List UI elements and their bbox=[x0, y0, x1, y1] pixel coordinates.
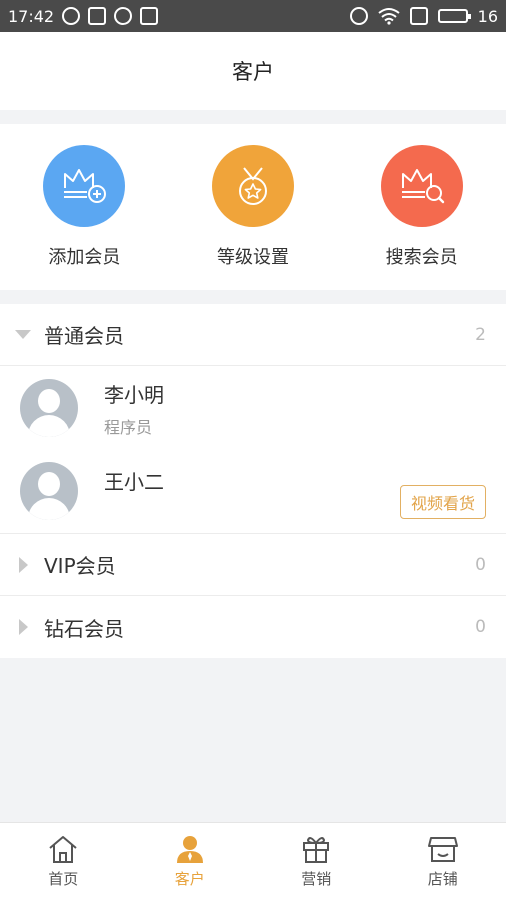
tab-customers[interactable]: 客户 bbox=[127, 823, 254, 900]
person-icon bbox=[176, 836, 203, 863]
quick-actions: 添加会员 等级设置 搜索会员 bbox=[0, 124, 506, 290]
image-icon bbox=[88, 7, 107, 25]
video-view-button[interactable]: 视频看货 bbox=[399, 485, 486, 519]
add-member-label: 添加会员 bbox=[48, 247, 121, 268]
tab-shop[interactable]: 店铺 bbox=[380, 823, 506, 900]
chevron-right-icon bbox=[14, 619, 32, 635]
crown-add-icon bbox=[43, 145, 126, 227]
avatar bbox=[20, 462, 78, 520]
group-name: 普通会员 bbox=[44, 324, 124, 348]
tab-label: 店铺 bbox=[427, 870, 458, 888]
crown-search-icon bbox=[380, 145, 463, 227]
tab-label: 首页 bbox=[48, 870, 79, 888]
status-time: 17:42 bbox=[8, 6, 55, 26]
home-icon bbox=[49, 836, 77, 863]
battery-level: 16 bbox=[477, 6, 498, 26]
battery-icon bbox=[437, 9, 471, 23]
group-count: 0 bbox=[475, 617, 486, 637]
alarm-icon bbox=[349, 7, 368, 25]
tab-marketing[interactable]: 营销 bbox=[253, 823, 380, 900]
tab-label: 营销 bbox=[301, 870, 332, 888]
group-regular-members[interactable]: 普通会员 2 bbox=[0, 304, 506, 366]
group-name: 钻石会员 bbox=[44, 616, 124, 641]
mail-icon bbox=[140, 7, 159, 25]
page-header: 客户 bbox=[0, 32, 506, 110]
chevron-right-icon bbox=[14, 556, 32, 573]
screen-icon bbox=[409, 7, 428, 25]
member-role: 程序员 bbox=[104, 417, 153, 437]
member-name: 王小二 bbox=[104, 470, 164, 494]
group-count: 2 bbox=[475, 324, 486, 345]
search-member-button[interactable]: 搜索会员 bbox=[337, 124, 506, 290]
list-item[interactable]: 李小明 程序员 bbox=[0, 366, 506, 450]
gift-icon bbox=[303, 837, 330, 863]
shop-icon bbox=[427, 837, 458, 862]
group-vip-members[interactable]: VIP会员 0 bbox=[0, 534, 506, 596]
tab-home[interactable]: 首页 bbox=[0, 823, 127, 900]
level-settings-label: 等级设置 bbox=[217, 247, 289, 268]
chevron-down-icon bbox=[14, 330, 32, 339]
medal-icon bbox=[212, 145, 294, 227]
group-name: VIP会员 bbox=[44, 554, 116, 578]
tab-label: 客户 bbox=[174, 870, 205, 888]
check-icon bbox=[114, 7, 133, 25]
list-item[interactable]: 王小二 视频看货 bbox=[0, 450, 506, 534]
avatar bbox=[20, 379, 78, 437]
notification-icon bbox=[62, 7, 81, 25]
group-count: 0 bbox=[475, 554, 486, 575]
level-settings-button[interactable]: 等级设置 bbox=[169, 124, 338, 290]
member-name: 李小明 bbox=[104, 382, 164, 407]
bottom-tab-bar: 首页 客户 营销 店铺 bbox=[0, 822, 506, 900]
member-groups: 普通会员 2 李小明 程序员 王小二 视频看货 VIP会员 0 钻石会员 0 bbox=[0, 304, 506, 658]
wifi-icon bbox=[378, 8, 400, 25]
group-diamond-members[interactable]: 钻石会员 0 bbox=[0, 596, 506, 658]
page-title: 客户 bbox=[232, 60, 274, 84]
search-member-label: 搜索会员 bbox=[385, 247, 458, 268]
status-bar: 17:42 16 bbox=[0, 0, 506, 32]
add-member-button[interactable]: 添加会员 bbox=[0, 124, 169, 290]
